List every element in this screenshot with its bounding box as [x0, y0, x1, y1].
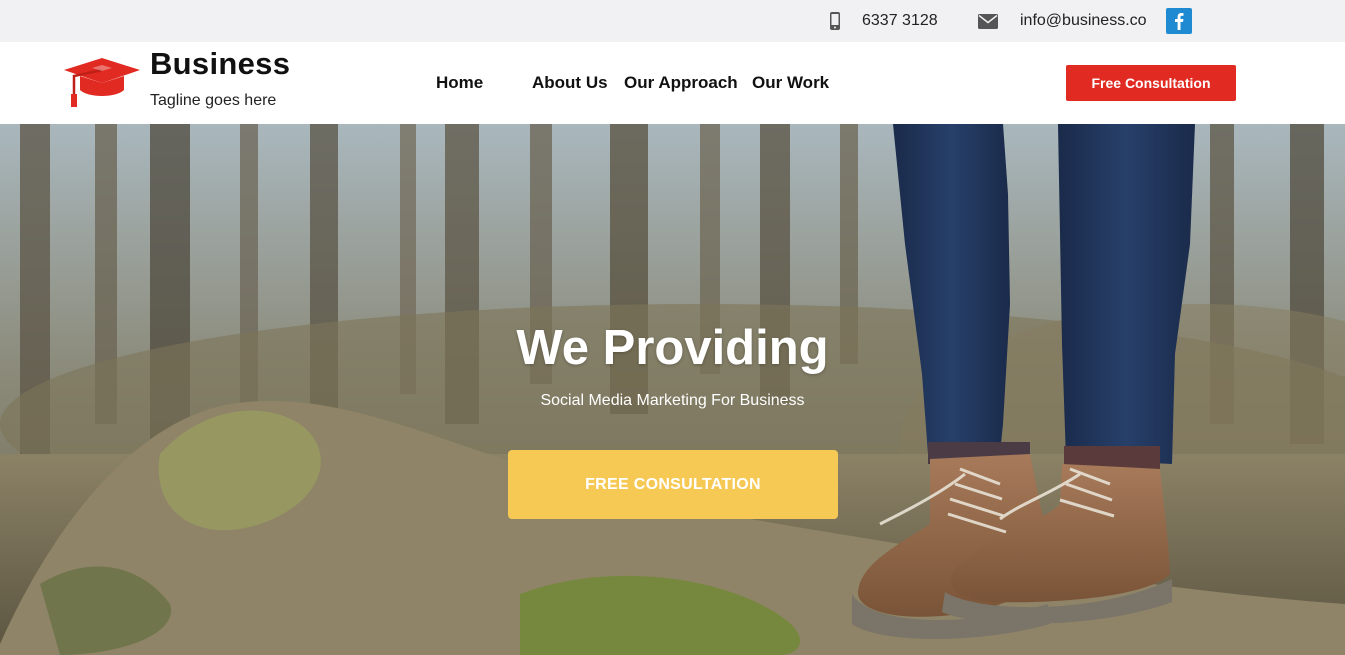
- brand-name[interactable]: Business: [150, 46, 290, 82]
- phone-number[interactable]: 6337 3128: [862, 0, 938, 42]
- free-consultation-header-button[interactable]: Free Consultation: [1066, 65, 1236, 101]
- free-consultation-hero-button[interactable]: FREE CONSULTATION: [508, 450, 838, 519]
- envelope-icon: [978, 0, 998, 42]
- facebook-icon[interactable]: [1166, 8, 1192, 34]
- site-header: Business Tagline goes here Home About Us…: [0, 42, 1345, 124]
- forest-boots-photo: [0, 124, 1345, 655]
- graduation-cap-icon[interactable]: [64, 56, 140, 112]
- nav-home[interactable]: Home: [436, 73, 483, 93]
- hero-section: We Providing Social Media Marketing For …: [0, 124, 1345, 655]
- brand-tagline: Tagline goes here: [150, 92, 277, 109]
- top-info-bar: 6337 3128 info@business.co: [0, 0, 1345, 42]
- hero-title: We Providing: [516, 321, 829, 375]
- nav-our-approach[interactable]: Our Approach: [624, 73, 738, 93]
- mobile-phone-icon: [829, 0, 841, 42]
- hero-subtitle: Social Media Marketing For Business: [540, 392, 805, 409]
- nav-our-work[interactable]: Our Work: [752, 73, 829, 93]
- email-link[interactable]: info@business.co: [1020, 0, 1147, 42]
- nav-about-us[interactable]: About Us: [532, 73, 608, 93]
